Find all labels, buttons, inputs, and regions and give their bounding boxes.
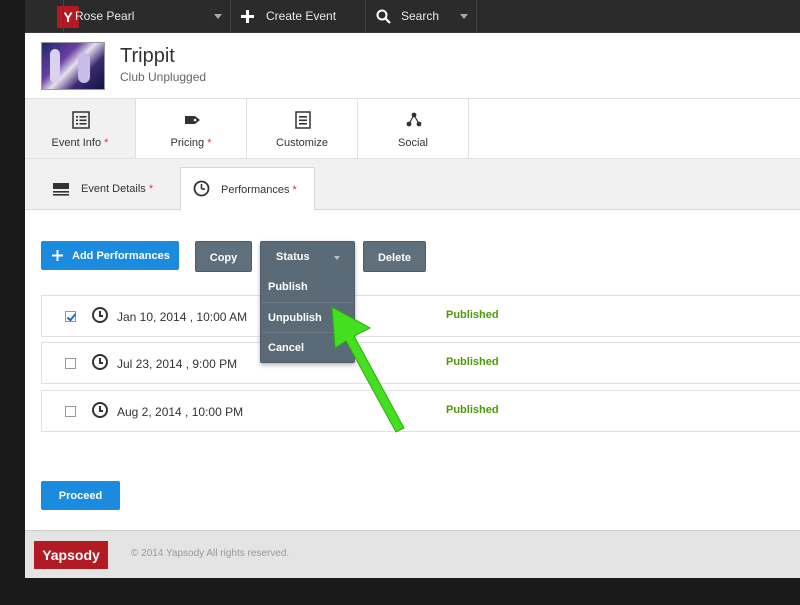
main-tabs: Event Info * Pricing * Customize Social bbox=[25, 99, 800, 159]
list-icon bbox=[72, 111, 90, 129]
tab-label: Pricing * bbox=[170, 137, 212, 149]
window-frame: Y Rose Pearl Create Event Search Trippit… bbox=[0, 0, 800, 605]
tab-event-info[interactable]: Event Info * bbox=[25, 99, 136, 158]
tab-label: Customize bbox=[276, 137, 328, 149]
performance-checkbox[interactable] bbox=[65, 311, 76, 322]
document-icon bbox=[295, 111, 311, 129]
topbar-divider bbox=[476, 0, 477, 33]
topbar-divider bbox=[230, 0, 231, 33]
account-name[interactable]: Rose Pearl bbox=[75, 9, 134, 23]
footer: Yapsody © 2014 Yapsody All rights reserv… bbox=[25, 530, 800, 578]
details-icon bbox=[53, 183, 69, 196]
tab-social[interactable]: Social bbox=[358, 99, 469, 158]
subtab-label: Event Details * bbox=[81, 183, 154, 195]
search-chevron-down-icon[interactable] bbox=[460, 14, 468, 19]
required-marker: * bbox=[148, 183, 154, 195]
required-marker: * bbox=[207, 137, 212, 149]
performance-row[interactable]: Jul 23, 2014 , 9:00 PM Published bbox=[41, 342, 800, 384]
status-badge: Published bbox=[446, 309, 499, 321]
tab-label: Event Info * bbox=[51, 137, 109, 149]
event-thumbnail bbox=[41, 42, 105, 90]
search-link[interactable]: Search bbox=[401, 9, 439, 23]
required-marker: * bbox=[292, 184, 297, 196]
yapsody-footer-logo: Yapsody bbox=[34, 541, 108, 569]
event-title: Trippit bbox=[120, 45, 175, 67]
status-label: Status bbox=[276, 251, 310, 263]
copyright-text: © 2014 Yapsody All rights reserved. bbox=[131, 548, 290, 559]
price-tag-icon bbox=[185, 116, 200, 124]
plus-icon bbox=[52, 250, 63, 261]
chevron-down-icon bbox=[334, 256, 340, 260]
share-icon bbox=[406, 112, 422, 127]
required-marker: * bbox=[104, 137, 109, 149]
button-label: Copy bbox=[209, 252, 238, 264]
account-chevron-down-icon[interactable] bbox=[214, 14, 222, 19]
top-bar: Y Rose Pearl Create Event Search bbox=[25, 0, 800, 33]
performance-checkbox[interactable] bbox=[65, 358, 76, 369]
copy-button[interactable]: Copy bbox=[195, 241, 252, 272]
delete-button[interactable]: Delete bbox=[363, 241, 426, 272]
menu-item-publish[interactable]: Publish bbox=[261, 272, 354, 302]
clock-icon bbox=[92, 307, 108, 323]
tab-label: Social bbox=[398, 137, 428, 149]
sub-tabs: Event Details * Performances * bbox=[25, 159, 800, 211]
performance-date: Jul 23, 2014 , 9:00 PM bbox=[117, 357, 238, 371]
menu-item-cancel[interactable]: Cancel bbox=[261, 332, 354, 362]
performance-checkbox[interactable] bbox=[65, 406, 76, 417]
performance-row[interactable]: Jan 10, 2014 , 10:00 AM Published bbox=[41, 295, 800, 337]
performance-row[interactable]: Aug 2, 2014 , 10:00 PM Published bbox=[41, 390, 800, 432]
subtab-event-details[interactable]: Event Details * bbox=[25, 167, 179, 211]
menu-item-unpublish[interactable]: Unpublish bbox=[261, 302, 354, 332]
search-icon[interactable] bbox=[376, 9, 391, 24]
performance-date: Jan 10, 2014 , 10:00 AM bbox=[117, 310, 248, 324]
clock-icon bbox=[92, 354, 108, 370]
main-panel: Trippit Club Unplugged Event Info * Pric… bbox=[25, 33, 800, 578]
create-event-link[interactable]: Create Event bbox=[266, 9, 336, 23]
tab-pricing[interactable]: Pricing * bbox=[136, 99, 247, 158]
button-label: Delete bbox=[377, 252, 412, 264]
subtab-label: Performances * bbox=[221, 184, 297, 196]
status-dropdown[interactable]: Status Publish Unpublish Cancel bbox=[260, 241, 355, 363]
subtab-performances[interactable]: Performances * bbox=[180, 167, 315, 211]
event-venue: Club Unplugged bbox=[120, 70, 207, 84]
plus-icon[interactable] bbox=[241, 10, 254, 23]
status-badge: Published bbox=[446, 404, 499, 416]
button-label: Proceed bbox=[58, 490, 103, 502]
button-label: Add Performances bbox=[72, 250, 170, 262]
status-badge: Published bbox=[446, 356, 499, 368]
status-button[interactable]: Status bbox=[261, 242, 356, 272]
proceed-button[interactable]: Proceed bbox=[41, 481, 120, 510]
clock-icon bbox=[193, 180, 210, 197]
event-header: Trippit Club Unplugged bbox=[25, 33, 800, 99]
clock-icon bbox=[92, 402, 108, 418]
add-performances-button[interactable]: Add Performances bbox=[41, 241, 179, 270]
tab-customize[interactable]: Customize bbox=[247, 99, 358, 158]
topbar-divider bbox=[63, 0, 64, 33]
performance-date: Aug 2, 2014 , 10:00 PM bbox=[117, 405, 244, 419]
topbar-divider bbox=[365, 0, 366, 33]
